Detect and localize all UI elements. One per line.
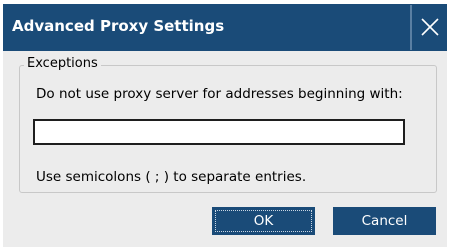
semicolon-hint-label: Use semicolons ( ; ) to separate entries… xyxy=(36,169,307,185)
exceptions-group-label: Exceptions xyxy=(24,56,101,71)
close-icon xyxy=(421,18,439,36)
exceptions-input[interactable] xyxy=(33,119,405,145)
close-button[interactable] xyxy=(410,5,447,50)
ok-button[interactable]: OK xyxy=(212,207,315,235)
title-bar: Advanced Proxy Settings xyxy=(3,4,447,51)
cancel-button[interactable]: Cancel xyxy=(333,207,436,235)
ok-button-label: OK xyxy=(253,213,274,229)
dialog-title: Advanced Proxy Settings xyxy=(12,17,225,35)
exceptions-instruction-label: Do not use proxy server for addresses be… xyxy=(36,86,403,102)
